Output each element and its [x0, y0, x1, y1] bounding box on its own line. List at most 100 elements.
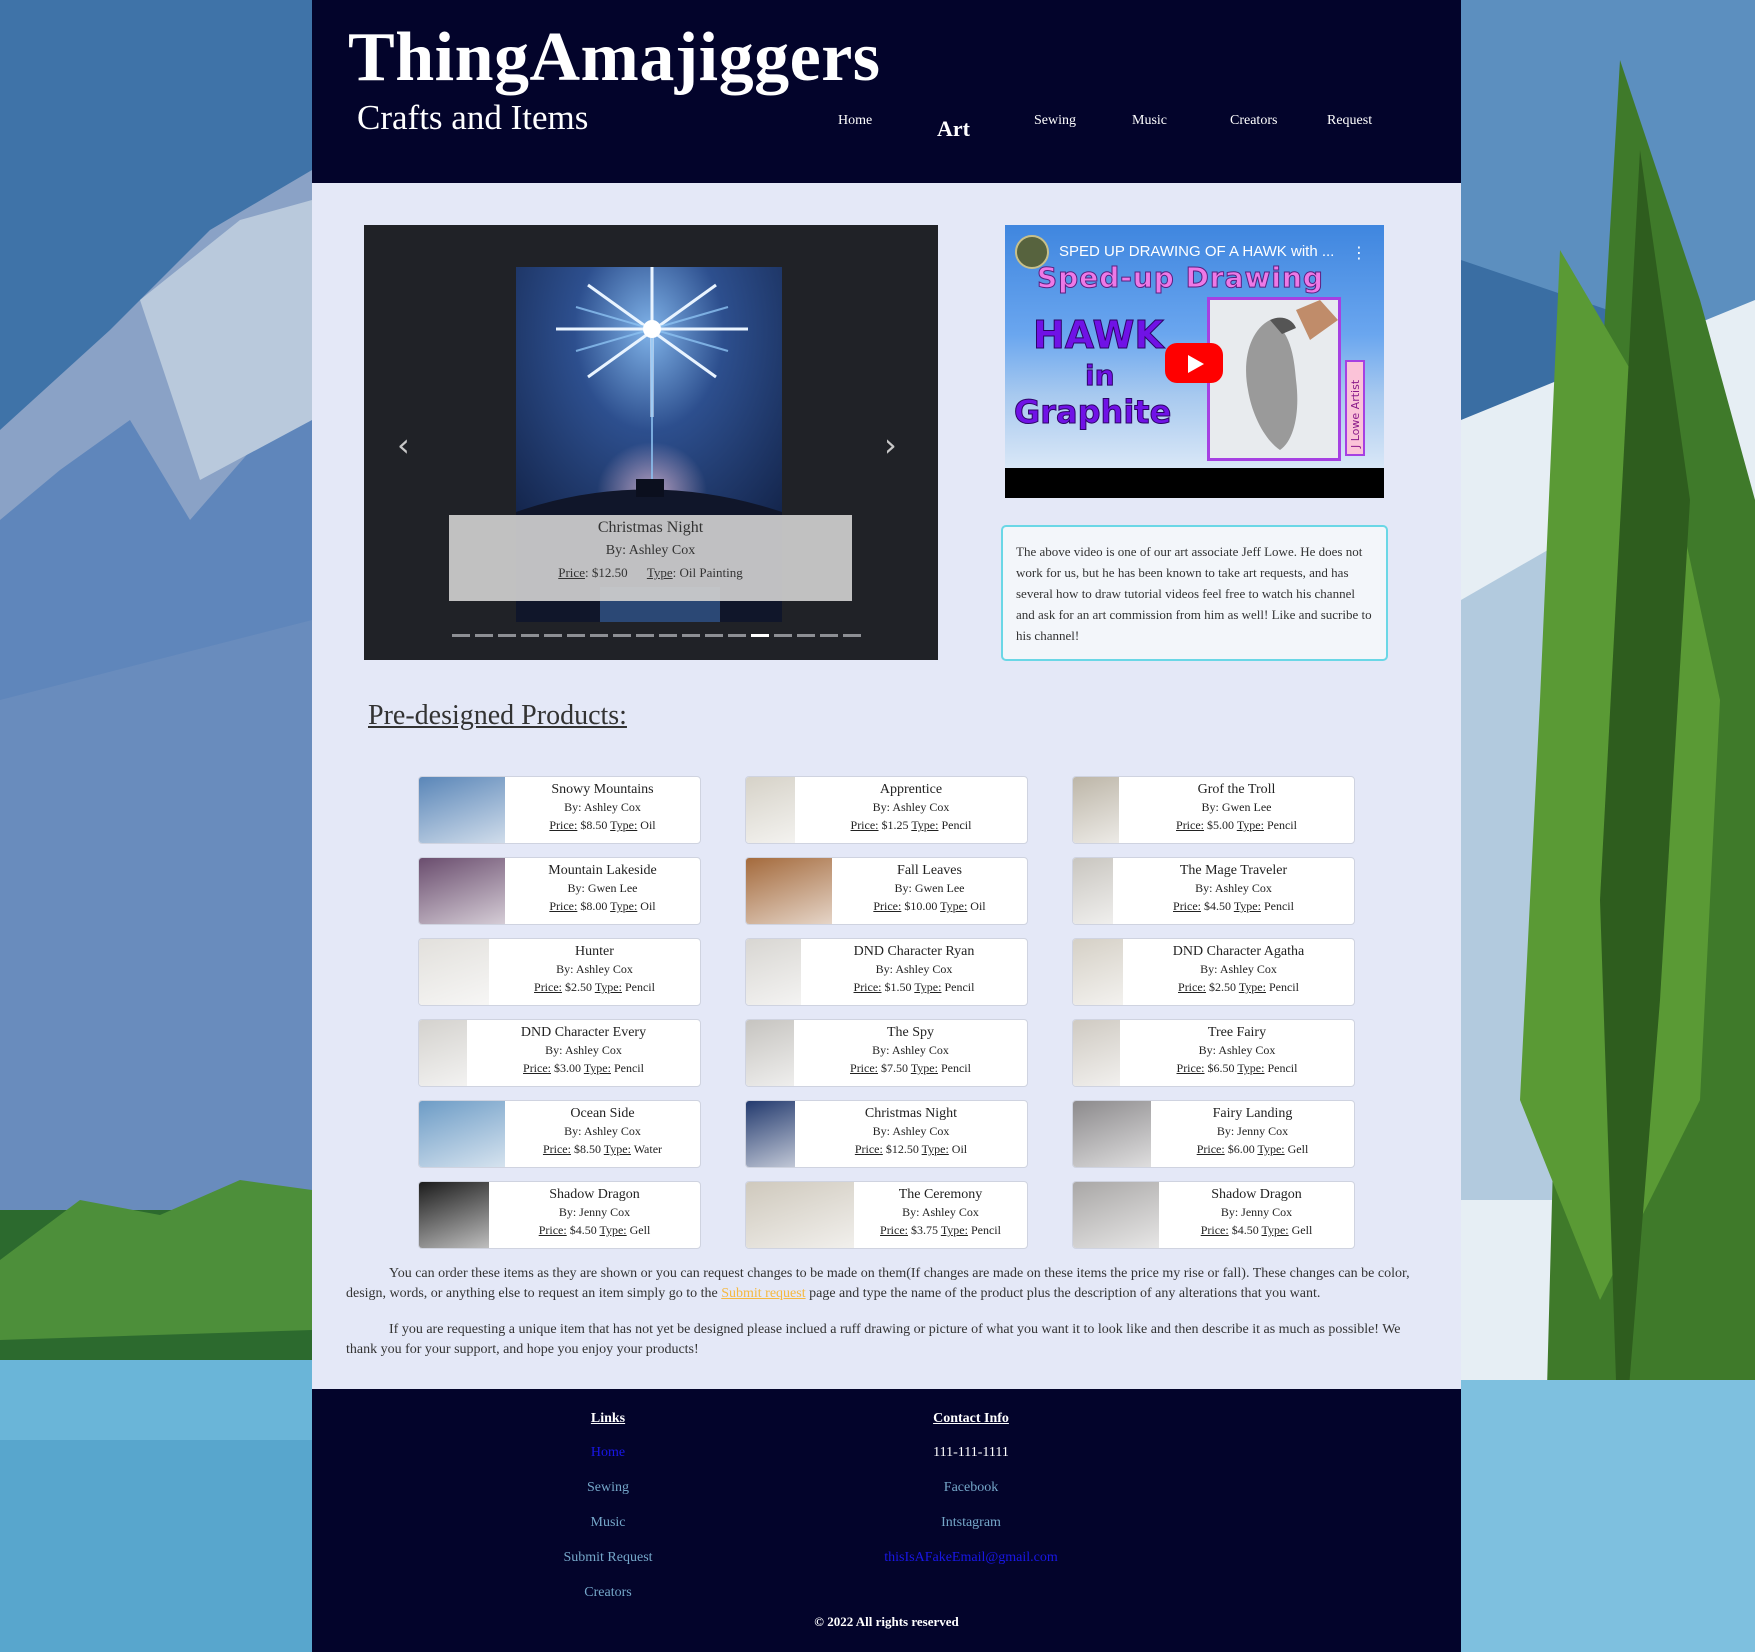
product-card[interactable]: DND Character Agatha By: Ashley Cox Price:… — [1072, 938, 1355, 1006]
carousel-indicator[interactable] — [820, 634, 838, 637]
product-card[interactable]: DND Character Ryan By: Ashley Cox Price: $… — [745, 938, 1028, 1006]
carousel-indicator[interactable] — [475, 634, 493, 637]
type-value: : Oil Painting — [672, 565, 743, 580]
product-card[interactable]: The Ceremony By: Ashley Cox Price: $3.75 T… — [745, 1181, 1028, 1249]
footer-link-music[interactable]: Music — [541, 1513, 675, 1532]
product-thumbnail[interactable] — [1073, 777, 1119, 843]
footer-link-submit-request[interactable]: Submit Request — [541, 1548, 675, 1567]
carousel-indicator[interactable] — [590, 634, 608, 637]
product-name: Shadow Dragon — [549, 1187, 640, 1202]
product-author: By: Jenny Cox — [1220, 1205, 1293, 1219]
carousel-indicator[interactable] — [774, 634, 792, 637]
price-label: Price: — [1173, 899, 1202, 913]
carousel-indicator[interactable] — [567, 634, 585, 637]
product-card[interactable]: Christmas Night By: Ashley Cox Price: $12.… — [745, 1100, 1028, 1168]
footer-phone: 111-111-1111 — [933, 1445, 1009, 1460]
product-card[interactable]: Fall Leaves By: Gwen Lee Price: $10.00 Typ… — [745, 857, 1028, 925]
price-value: $2.50 — [562, 980, 595, 994]
type-value: Gell — [626, 1223, 651, 1237]
product-author: By: Ashley Cox — [872, 1124, 950, 1138]
product-card[interactable]: Mountain Lakeside By: Gwen Lee Price: $8.0… — [418, 857, 701, 925]
product-thumbnail[interactable] — [1073, 939, 1123, 1005]
submit-request-link[interactable]: Submit request — [721, 1286, 805, 1301]
product-thumbnail[interactable] — [746, 858, 832, 924]
carousel-indicator[interactable] — [728, 634, 746, 637]
product-card[interactable]: The Spy By: Ashley Cox Price: $7.50 Type: … — [745, 1019, 1028, 1087]
footer-link-home[interactable]: Home — [541, 1443, 675, 1462]
product-card[interactable]: Shadow Dragon By: Jenny Cox Price: $4.50 T… — [1072, 1181, 1355, 1249]
carousel-indicator[interactable] — [613, 634, 631, 637]
footer-instagram-link[interactable]: Intstagram — [871, 1513, 1071, 1532]
product-name: DND Character Ryan — [853, 944, 975, 959]
product-thumbnail[interactable] — [746, 1101, 795, 1167]
nav-sewing[interactable]: Sewing — [1034, 113, 1076, 129]
footer-email-link[interactable]: thisIsAFakeEmail@gmail.com — [871, 1548, 1071, 1567]
product-card[interactable]: DND Character Every By: Ashley Cox Price: … — [418, 1019, 701, 1087]
nav-request[interactable]: Request — [1327, 113, 1372, 129]
product-card[interactable]: The Mage Traveler By: Ashley Cox Price: $4… — [1072, 857, 1355, 925]
play-button[interactable] — [1165, 343, 1223, 383]
product-price-type: Price: $4.50 Type: Pencil — [1113, 897, 1354, 915]
video-title[interactable]: SPED UP DRAWING OF A HAWK with ... — [1059, 243, 1334, 260]
product-details: Shadow Dragon By: Jenny Cox Price: $4.50 T… — [1159, 1186, 1354, 1239]
carousel-indicator[interactable] — [636, 634, 654, 637]
price-value: $8.50 — [577, 818, 611, 832]
embedded-video[interactable]: SPED UP DRAWING OF A HAWK with ... ⋮ Spe… — [1005, 225, 1384, 498]
product-thumbnail[interactable] — [1073, 1101, 1151, 1167]
product-thumbnail[interactable] — [1073, 1182, 1159, 1248]
product-thumbnail[interactable] — [1073, 858, 1113, 924]
carousel-indicator[interactable] — [682, 634, 700, 637]
carousel-indicator[interactable] — [705, 634, 723, 637]
product-thumbnail[interactable] — [419, 1182, 489, 1248]
product-card[interactable]: Fairy Landing By: Jenny Cox Price: $6.00 T… — [1072, 1100, 1355, 1168]
image-carousel[interactable]: Christmas Night By: Ashley Cox Price: $1… — [364, 225, 938, 660]
hawk-sketch-image — [1207, 297, 1341, 461]
product-thumbnail[interactable] — [1073, 1020, 1120, 1086]
carousel-prev-button[interactable]: ‹ — [397, 427, 417, 463]
product-thumbnail[interactable] — [419, 939, 489, 1005]
product-thumbnail[interactable] — [746, 777, 795, 843]
carousel-indicator[interactable] — [843, 634, 861, 637]
footer-facebook-link[interactable]: Facebook — [871, 1478, 1071, 1497]
price-value: $8.00 — [577, 899, 611, 913]
product-card[interactable]: Snowy Mountains By: Ashley Cox Price: $8.5… — [418, 776, 701, 844]
nav-creators[interactable]: Creators — [1230, 113, 1277, 129]
product-card[interactable]: Apprentice By: Ashley Cox Price: $1.25 Typ… — [745, 776, 1028, 844]
type-value: Gell — [1284, 1142, 1309, 1156]
product-thumbnail[interactable] — [419, 1020, 467, 1086]
product-details: DND Character Ryan By: Ashley Cox Price: $… — [801, 943, 1027, 996]
footer-link-sewing[interactable]: Sewing — [541, 1478, 675, 1497]
product-thumbnail[interactable] — [419, 1101, 505, 1167]
product-thumbnail[interactable] — [746, 1182, 854, 1248]
product-card[interactable]: Ocean Side By: Ashley Cox Price: $8.50 Typ… — [418, 1100, 701, 1168]
type-label: Type: — [610, 899, 638, 913]
nav-music[interactable]: Music — [1132, 113, 1167, 129]
product-card[interactable]: Tree Fairy By: Ashley Cox Price: $6.50 Typ… — [1072, 1019, 1355, 1087]
carousel-indicator[interactable] — [797, 634, 815, 637]
product-thumbnail[interactable] — [419, 858, 505, 924]
product-thumbnail[interactable] — [746, 1020, 794, 1086]
type-label: Type: — [599, 1223, 627, 1237]
chevron-right-icon: › — [884, 426, 897, 464]
product-card[interactable]: Hunter By: Ashley Cox Price: $2.50 Type: P… — [418, 938, 701, 1006]
price-label: Price: — [873, 899, 902, 913]
product-name: DND Character Every — [520, 1025, 647, 1040]
carousel-indicator[interactable] — [498, 634, 516, 637]
carousel-indicator[interactable] — [544, 634, 562, 637]
carousel-indicator[interactable] — [751, 634, 769, 637]
more-options-icon[interactable]: ⋮ — [1351, 243, 1367, 262]
type-value: Oil — [637, 818, 656, 832]
nav-home[interactable]: Home — [838, 113, 872, 129]
carousel-indicator[interactable] — [452, 634, 470, 637]
nav-art[interactable]: Art — [937, 116, 970, 142]
price-label: Price: — [1200, 1223, 1229, 1237]
type-label: Type: — [940, 1223, 968, 1237]
carousel-next-button[interactable]: › — [884, 427, 904, 463]
carousel-indicator[interactable] — [659, 634, 677, 637]
product-thumbnail[interactable] — [746, 939, 801, 1005]
footer-link-creators[interactable]: Creators — [541, 1583, 675, 1602]
product-thumbnail[interactable] — [419, 777, 505, 843]
product-card[interactable]: Shadow Dragon By: Jenny Cox Price: $4.50 T… — [418, 1181, 701, 1249]
carousel-indicator[interactable] — [521, 634, 539, 637]
product-card[interactable]: Grof the Troll By: Gwen Lee Price: $5.00 T… — [1072, 776, 1355, 844]
